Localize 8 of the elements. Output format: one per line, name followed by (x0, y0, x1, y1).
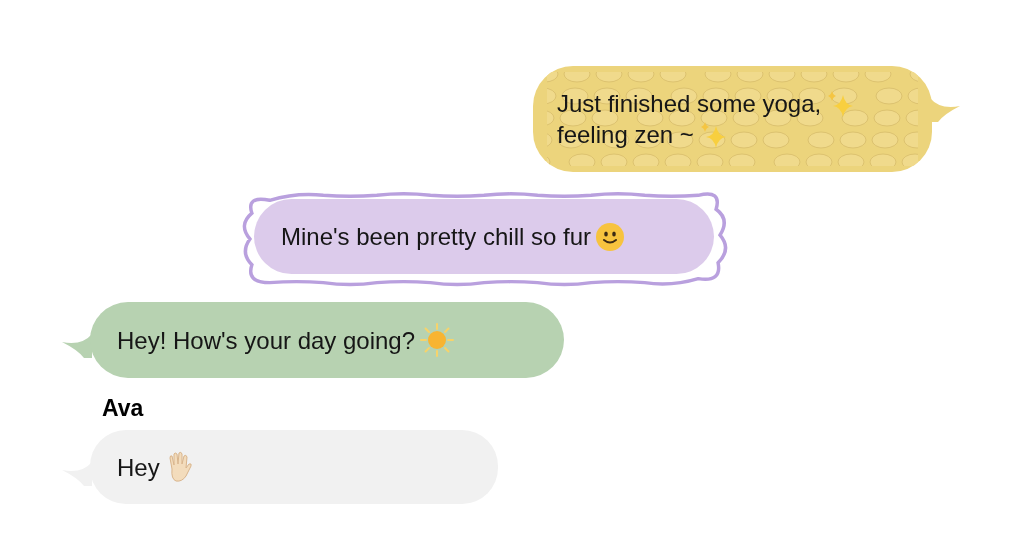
message-text: Hey! How's your day going? (117, 325, 416, 356)
message-text: feeling zen ~ (557, 120, 694, 150)
message-text: Mine's been pretty chill so fur (281, 222, 592, 252)
sun-icon (419, 322, 456, 358)
sender-name: Ava (102, 394, 145, 422)
smiley-icon (595, 221, 626, 252)
message-text: Just finished some yoga, (557, 89, 822, 119)
message-text: Hey (117, 452, 160, 483)
